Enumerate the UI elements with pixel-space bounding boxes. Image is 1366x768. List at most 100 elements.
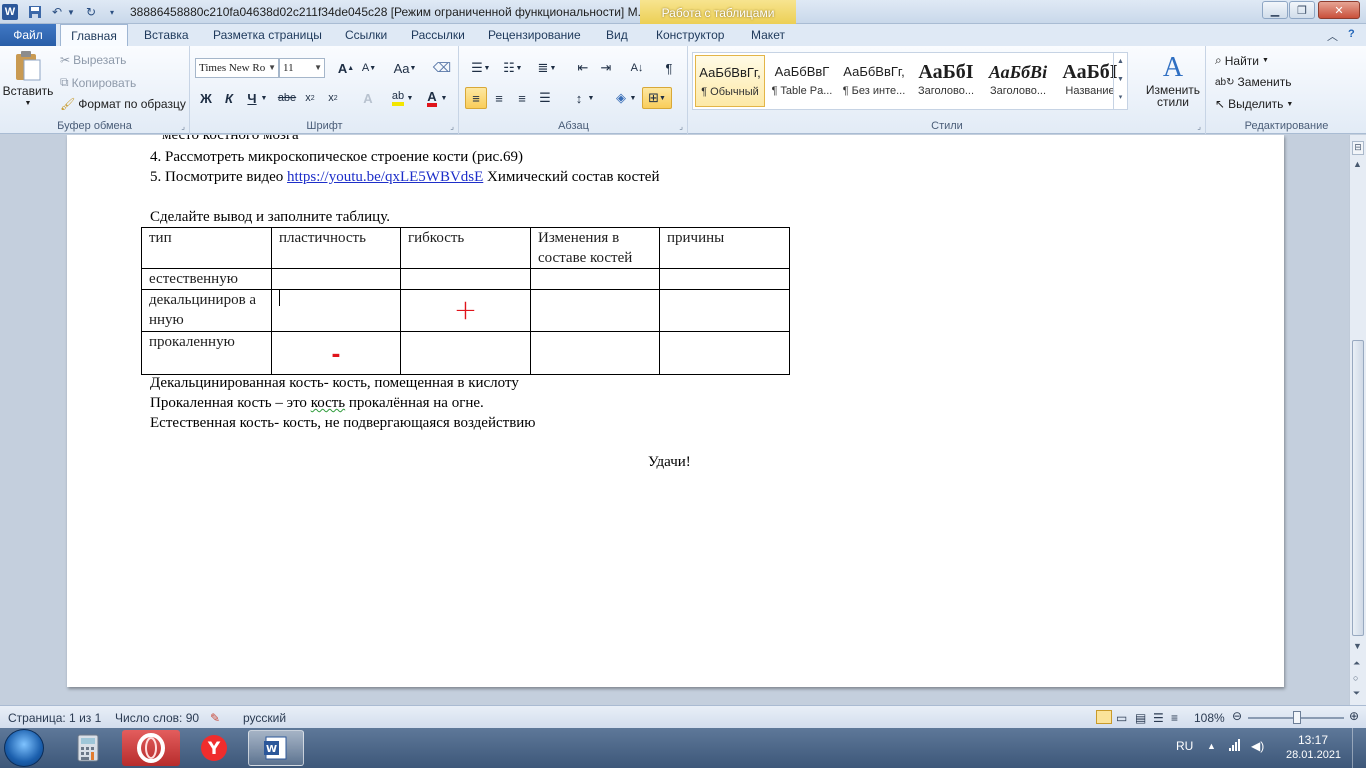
start-button[interactable] (4, 729, 44, 767)
cell-composition[interactable] (530, 268, 660, 290)
styles-scroll[interactable]: ▲ ▼ ▾ (1113, 53, 1127, 109)
cell-plasticity[interactable] (271, 268, 401, 290)
spell-error-word[interactable]: кость (311, 395, 345, 411)
show-paragraph-marks-icon[interactable]: ¶ (658, 57, 680, 79)
cell-reasons[interactable] (659, 331, 790, 375)
word-taskbar-icon[interactable]: W (248, 730, 304, 766)
text-effects-icon[interactable]: A (357, 87, 379, 109)
grow-font-button[interactable]: A ▲ (335, 57, 357, 79)
style-heading-2[interactable]: АаБбВі Заголово... (983, 55, 1053, 107)
tab-home[interactable]: Главная (60, 24, 128, 46)
cell-flexibility[interactable]: + (400, 289, 531, 332)
opera-browser-icon[interactable] (122, 730, 180, 766)
shrink-font-button[interactable]: A ▼ (358, 57, 380, 79)
cell-plasticity[interactable]: - (271, 331, 401, 375)
tab-review[interactable]: Рецензирование (486, 24, 583, 46)
font-name-combo[interactable]: Times New Ro ▼ (195, 58, 279, 78)
language-indicator[interactable]: русский (243, 711, 286, 725)
network-icon[interactable] (1228, 738, 1242, 755)
tab-insert[interactable]: Вставка (142, 24, 191, 46)
header-reasons[interactable]: причины (659, 227, 790, 269)
customize-toolbar-icon[interactable]: ▾ (106, 3, 118, 21)
align-center-button[interactable]: ≡ (488, 87, 510, 109)
minimize-ribbon-icon[interactable]: ︿ (1327, 28, 1338, 44)
borders-button[interactable]: ⊞ ▼ (642, 87, 672, 109)
highlight-dropdown-icon[interactable]: ▼ (405, 87, 415, 109)
cell-plasticity[interactable] (271, 289, 401, 332)
change-case-button[interactable]: Aa ▼ (391, 57, 419, 79)
header-plasticity[interactable]: пластичность (271, 227, 401, 269)
paste-button[interactable]: Вставить ▼ (3, 50, 53, 107)
restore-button[interactable]: ❐ (1289, 1, 1315, 19)
font-size-combo[interactable]: 11 ▼ (279, 58, 325, 78)
word-app-icon[interactable]: W (2, 4, 18, 20)
bone-table[interactable]: тип пластичность гибкость Изменения в со… (141, 227, 790, 375)
numbering-dropdown-icon[interactable]: ▼ (514, 57, 524, 79)
document-page[interactable]: место костного мозга 4. Рассмотреть микр… (67, 135, 1284, 687)
word-count[interactable]: Число слов: 90 (115, 711, 199, 725)
cell-flexibility[interactable] (400, 268, 531, 290)
help-icon[interactable]: ? (1348, 28, 1355, 40)
header-flexibility[interactable]: гибкость (400, 227, 531, 269)
italic-button[interactable]: К (218, 87, 240, 109)
tab-design[interactable]: Конструктор (654, 24, 726, 46)
clear-formatting-icon[interactable]: ⌫ (431, 57, 453, 79)
tab-view[interactable]: Вид (604, 24, 630, 46)
full-screen-reading-icon[interactable]: ▭ (1116, 711, 1127, 725)
strikethrough-button[interactable]: abe (276, 87, 298, 109)
page-count[interactable]: Страница: 1 из 1 (8, 711, 101, 725)
volume-icon[interactable]: ◀) (1251, 739, 1264, 753)
font-launcher-icon[interactable]: ⌟ (450, 122, 454, 131)
superscript-button[interactable]: x2 (322, 87, 344, 109)
change-styles-button[interactable]: A Изменить стили (1145, 52, 1201, 108)
ruler-toggle-icon[interactable]: ⊟ (1352, 141, 1364, 155)
subscript-button[interactable]: x2 (299, 87, 321, 109)
header-type[interactable]: тип (141, 227, 272, 269)
cell-type[interactable]: прокаленную (141, 331, 272, 375)
outline-view-icon[interactable]: ☰ (1153, 711, 1164, 725)
scroll-up-icon[interactable]: ▲ (1353, 159, 1362, 169)
cell-type[interactable]: декальциниров анную (141, 289, 272, 332)
keyboard-language[interactable]: RU (1176, 739, 1193, 753)
justify-button[interactable]: ☰ (534, 87, 556, 109)
cell-type[interactable]: естественную (141, 268, 272, 290)
style-heading-1[interactable]: АаБбІ Заголово... (911, 55, 981, 107)
tab-page-layout[interactable]: Разметка страницы (211, 24, 324, 46)
multilevel-dropdown-icon[interactable]: ▼ (548, 57, 558, 79)
calculator-icon[interactable] (60, 730, 116, 766)
find-button[interactable]: ⌕ Найти ▼ (1215, 53, 1269, 68)
undo-icon[interactable]: ↶ (48, 3, 66, 21)
yandex-browser-icon[interactable]: Y (186, 730, 242, 766)
web-layout-icon[interactable]: ▤ (1135, 711, 1146, 725)
tray-expand-icon[interactable]: ▲ (1207, 741, 1216, 751)
styles-launcher-icon[interactable]: ⌟ (1197, 122, 1201, 131)
font-color-dropdown-icon[interactable]: ▼ (439, 87, 449, 109)
clipboard-launcher-icon[interactable]: ⌟ (181, 122, 185, 131)
underline-dropdown-icon[interactable]: ▼ (259, 87, 269, 109)
scroll-down-icon[interactable]: ▼ (1353, 641, 1362, 651)
zoom-in-icon[interactable]: ⊕ (1349, 709, 1359, 723)
align-right-button[interactable]: ≡ (511, 87, 533, 109)
tab-layout[interactable]: Макет (749, 24, 787, 46)
format-painter-button[interactable]: 🖌 Формат по образцу (60, 97, 186, 111)
show-desktop-button[interactable] (1352, 728, 1366, 768)
cell-reasons[interactable] (659, 268, 790, 290)
header-composition-changes[interactable]: Изменения в составе костей (530, 227, 660, 269)
bold-button[interactable]: Ж (195, 87, 217, 109)
document-area[interactable]: место костного мозга 4. Рассмотреть микр… (0, 135, 1349, 705)
align-left-button[interactable]: ≡ (465, 87, 487, 109)
vertical-scrollbar[interactable]: ⊟ ▲ ▼ ⏶ ○ ⏷ (1349, 135, 1366, 705)
copy-button[interactable]: ⧉ Копировать (60, 75, 136, 90)
shading-dropdown-icon[interactable]: ▼ (628, 87, 638, 109)
style-normal[interactable]: АаБбВвГг, ¶ Обычный (695, 55, 765, 107)
tab-references[interactable]: Ссылки (343, 24, 389, 46)
video-link[interactable]: https://youtu.be/qxLE5WBVdsE (287, 169, 483, 185)
tab-file[interactable]: Файл (0, 24, 56, 46)
select-button[interactable]: ↖ Выделить ▼ (1215, 97, 1293, 111)
clock-date[interactable]: 28.01.2021 (1286, 749, 1341, 761)
paragraph-launcher-icon[interactable]: ⌟ (679, 122, 683, 131)
cut-button[interactable]: ✂ Вырезать (60, 53, 126, 67)
undo-dropdown-icon[interactable]: ▼ (66, 3, 76, 21)
tab-mailings[interactable]: Рассылки (409, 24, 467, 46)
bullets-dropdown-icon[interactable]: ▼ (482, 57, 492, 79)
